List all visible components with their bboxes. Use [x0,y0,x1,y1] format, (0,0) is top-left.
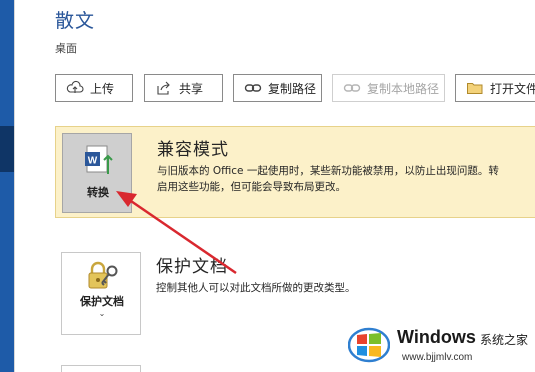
compatibility-mode-panel: W 转换 兼容模式 与旧版本的 Office 一起使用时，某些新功能被禁用，以防… [55,126,535,218]
lock-key-icon [86,261,120,295]
windows-logo-icon [347,326,391,364]
link-icon [343,80,361,96]
backstage-nav-selected-item[interactable] [0,126,14,172]
svg-text:W: W [88,156,98,167]
protect-document-description: 控制其他人可以对此文档所做的更改类型。 [156,282,356,294]
open-file-location-label: 打开文件 [490,81,535,96]
share-icon [155,80,173,96]
protect-document-tile-label: 保护文档 [80,295,124,308]
upload-button[interactable]: 上传 [55,74,133,102]
share-label: 共享 [179,81,204,96]
watermark-subtitle: 系统之家 [480,333,529,347]
link-icon [244,80,262,96]
backstage-nav [0,0,14,372]
compatibility-description-line1: 与旧版本的 Office 一起使用时，某些新功能被禁用，以防止出现问题。转 [157,165,499,177]
cloud-upload-icon [66,80,84,96]
copy-path-label: 复制路径 [268,81,317,96]
share-button[interactable]: 共享 [144,74,223,102]
next-section-tile[interactable] [61,365,141,372]
file-actions-toolbar: 上传 共享 复制路径 复制本地路径 打开文件 [55,74,535,102]
folder-icon [466,80,484,96]
compatibility-description: 与旧版本的 Office 一起使用时，某些新功能被禁用，以防止出现问题。转 启用… [157,163,535,195]
compatibility-heading: 兼容模式 [157,140,229,160]
copy-local-path-label: 复制本地路径 [367,81,440,96]
watermark-url: www.bjjmlv.com [402,352,473,363]
document-location: 桌面 [55,42,77,55]
protect-document-button[interactable]: 保护文档 ⌄ [61,252,141,335]
protect-document-heading: 保护文档 [156,257,228,277]
copy-local-path-button[interactable]: 复制本地路径 [332,74,445,102]
copy-path-button[interactable]: 复制路径 [233,74,322,102]
watermark-brand: Windows [397,327,476,347]
convert-label: 转换 [87,186,109,199]
compatibility-description-line2: 启用这些功能，但可能会导致布局更改。 [157,181,346,193]
open-file-location-button[interactable]: 打开文件 [455,74,535,102]
word-convert-icon: W [83,144,115,180]
document-title: 散文 [55,10,96,32]
chevron-down-icon: ⌄ [98,309,106,318]
convert-button[interactable]: W 转换 [62,133,132,213]
site-watermark: Windows 系统之家 www.bjjmlv.com [342,318,535,372]
upload-label: 上传 [90,81,115,96]
nav-divider [14,0,15,372]
